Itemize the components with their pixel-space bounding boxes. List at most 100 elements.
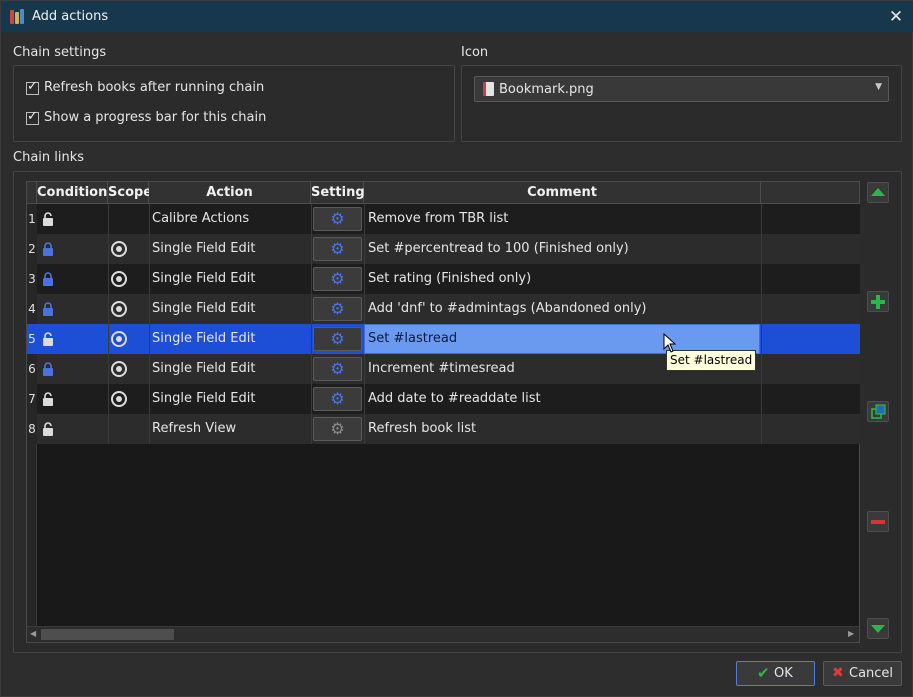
unlock-icon[interactable]: [42, 422, 54, 436]
settings-button[interactable]: ⚙: [313, 207, 362, 231]
unlock-icon[interactable]: [42, 332, 54, 346]
refresh-books-checkbox[interactable]: [26, 79, 39, 95]
x-icon: ✖: [832, 665, 844, 681]
table-row[interactable]: 2 Single Field Edit ⚙ Set #percentread to 1…: [27, 234, 860, 264]
row-number: 3: [27, 264, 37, 294]
chain-links-table: Conditions Scope Action Settings Comment…: [26, 181, 860, 643]
row-number: 1: [27, 204, 37, 234]
target-scope-icon[interactable]: [111, 241, 127, 257]
row-number: 8: [27, 414, 37, 444]
gear-icon: ⚙: [330, 359, 345, 378]
gear-icon: ⚙: [330, 389, 345, 408]
row-number: 7: [27, 384, 37, 414]
move-down-button[interactable]: [867, 618, 889, 639]
mouse-cursor-icon: [663, 333, 677, 353]
table-row[interactable]: 7 Single Field Edit ⚙ Add date to #readdate…: [27, 384, 860, 414]
action-cell[interactable]: Refresh View: [152, 414, 310, 444]
icon-select-value: Bookmark.png: [499, 82, 594, 97]
arrow-down-icon: [871, 625, 885, 633]
action-cell[interactable]: Single Field Edit: [152, 264, 310, 294]
row-number-header: [27, 182, 37, 204]
action-cell[interactable]: Calibre Actions: [152, 204, 310, 234]
target-scope-icon[interactable]: [111, 271, 127, 287]
title-bar: Add actions ✕: [1, 1, 913, 32]
column-header-scope[interactable]: Scope: [108, 182, 152, 204]
chain-settings-heading: Chain settings: [13, 45, 107, 60]
settings-button[interactable]: ⚙: [313, 357, 362, 381]
comment-tooltip: Set #lastread: [666, 350, 757, 371]
comment-cell[interactable]: Refresh book list: [368, 414, 758, 444]
gear-icon: ⚙: [330, 269, 345, 288]
scrollbar-thumb[interactable]: [41, 629, 174, 640]
lock-icon[interactable]: [42, 362, 54, 376]
window-title: Add actions: [32, 9, 109, 24]
remove-action-button[interactable]: [867, 511, 889, 532]
action-cell[interactable]: Single Field Edit: [152, 234, 310, 264]
scroll-left-icon[interactable]: ◀: [30, 629, 36, 638]
table-row[interactable]: 4 Single Field Edit ⚙ Add 'dnf' to #adminta…: [27, 294, 860, 324]
close-icon[interactable]: ✕: [885, 6, 907, 28]
table-row[interactable]: 3 Single Field Edit ⚙ Set rating (Finished …: [27, 264, 860, 294]
ok-label: OK: [774, 666, 793, 681]
target-scope-icon[interactable]: [111, 331, 127, 347]
settings-button[interactable]: ⚙: [313, 417, 362, 441]
unlock-icon[interactable]: [42, 392, 54, 406]
row-number: 4: [27, 294, 37, 324]
table-row[interactable]: 8 Refresh View ⚙ Refresh book list: [27, 414, 860, 444]
action-cell[interactable]: Single Field Edit: [152, 294, 310, 324]
move-up-button[interactable]: [867, 182, 889, 203]
minus-icon: [871, 520, 885, 524]
refresh-books-label: Refresh books after running chain: [44, 80, 265, 95]
target-scope-icon[interactable]: [111, 301, 127, 317]
progress-bar-checkbox[interactable]: [26, 109, 39, 125]
unlock-icon[interactable]: [42, 212, 54, 226]
column-header-settings[interactable]: Settings: [311, 182, 372, 204]
chain-links-heading: Chain links: [13, 150, 85, 165]
lock-icon[interactable]: [42, 272, 54, 286]
comment-cell[interactable]: Set rating (Finished only): [368, 264, 758, 294]
column-header-action[interactable]: Action: [149, 182, 311, 204]
cancel-label: Cancel: [849, 666, 894, 681]
icon-heading: Icon: [461, 45, 489, 60]
gear-icon: ⚙: [330, 209, 345, 228]
ok-button[interactable]: ✔ OK: [736, 661, 815, 686]
target-scope-icon[interactable]: [111, 391, 127, 407]
lock-icon[interactable]: [42, 242, 54, 256]
column-header-conditions[interactable]: Conditions: [37, 182, 115, 204]
settings-button[interactable]: ⚙: [313, 327, 362, 351]
cancel-button[interactable]: ✖ Cancel: [823, 661, 902, 686]
add-action-button[interactable]: [867, 291, 889, 312]
action-cell[interactable]: Single Field Edit: [152, 354, 310, 384]
settings-button[interactable]: ⚙: [313, 297, 362, 321]
action-cell[interactable]: Single Field Edit: [152, 384, 310, 414]
action-cell[interactable]: Single Field Edit: [152, 324, 310, 354]
settings-button[interactable]: ⚙: [313, 267, 362, 291]
calibre-app-icon: [10, 9, 27, 24]
row-number: 2: [27, 234, 37, 264]
plus-icon: [871, 295, 885, 309]
comment-cell[interactable]: Remove from TBR list: [368, 204, 758, 234]
settings-button[interactable]: ⚙: [313, 237, 362, 261]
comment-cell[interactable]: Add 'dnf' to #admintags (Abandoned only): [368, 294, 758, 324]
image-file-icon: [483, 82, 494, 96]
icon-select[interactable]: Bookmark.png ▼: [474, 76, 889, 102]
scroll-right-icon[interactable]: ▶: [848, 629, 854, 638]
gear-icon: ⚙: [330, 419, 345, 438]
row-number: 6: [27, 354, 37, 384]
gear-icon: ⚙: [330, 329, 345, 348]
settings-button[interactable]: ⚙: [313, 387, 362, 411]
row-number: 5: [27, 324, 37, 354]
lock-icon[interactable]: [42, 302, 54, 316]
column-header-comment[interactable]: Comment: [364, 182, 761, 204]
table-row[interactable]: 1 Calibre Actions ⚙ Remove from TBR list: [27, 204, 860, 234]
copy-action-button[interactable]: [867, 401, 889, 422]
target-scope-icon[interactable]: [111, 361, 127, 377]
gear-icon: ⚙: [330, 239, 345, 258]
progress-bar-label: Show a progress bar for this chain: [44, 110, 267, 125]
chevron-down-icon: ▼: [875, 82, 882, 92]
chain-settings-group: Refresh books after running chain Show a…: [13, 65, 455, 142]
comment-cell[interactable]: Add date to #readdate list: [368, 384, 758, 414]
comment-cell[interactable]: Set #percentread to 100 (Finished only): [368, 234, 758, 264]
horizontal-scrollbar[interactable]: ◀ ▶: [27, 626, 859, 642]
add-actions-dialog: Add actions ✕ Chain settings Refresh boo…: [0, 0, 913, 697]
